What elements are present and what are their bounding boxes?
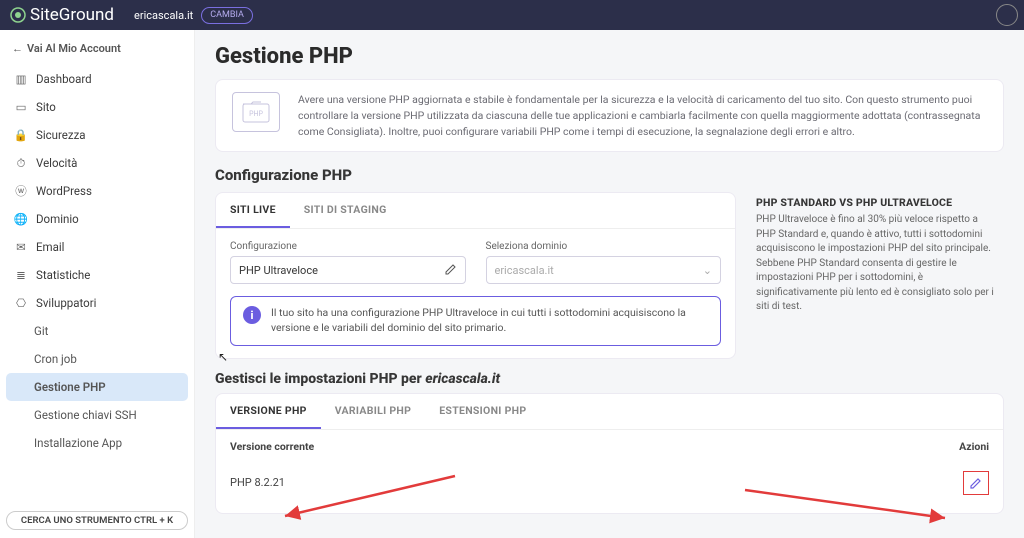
main-content: Gestione PHP PHP Avere una versione PHP … — [195, 30, 1024, 538]
domain-select-value: ericascala.it — [495, 264, 554, 277]
pencil-icon — [970, 477, 982, 489]
stats-icon: ≣ — [14, 268, 28, 282]
sidebar-item-label: Git — [34, 324, 48, 338]
chevron-down-icon: ⌄ — [703, 264, 712, 277]
info-icon: i — [243, 306, 261, 324]
sidebar-item-label: WordPress — [36, 184, 92, 198]
hint-box: i Il tuo sito ha una configurazione PHP … — [230, 296, 721, 345]
aside-title: PHP STANDARD VS PHP ULTRAVELOCE — [756, 196, 1000, 209]
sidebar-item-label: Dashboard — [36, 72, 92, 86]
sidebar-item-sicurezza[interactable]: 🔒 Sicurezza — [6, 121, 188, 149]
settings-card: VERSIONE PHP VARIABILI PHP ESTENSIONI PH… — [215, 393, 1004, 514]
topbar: SiteGround ericascala.it CAMBIA — [0, 0, 1024, 30]
aside-text: PHP Ultraveloce è fino al 30% più veloce… — [756, 213, 1000, 315]
domain-select[interactable]: ericascala.it ⌄ — [486, 256, 722, 284]
info-banner: PHP Avere una versione PHP aggiornata e … — [215, 79, 1004, 152]
page-title: Gestione PHP — [215, 44, 1004, 69]
sidebar-sub-cronjob[interactable]: Cron job — [6, 345, 188, 373]
sidebar-item-label: Gestione PHP — [34, 380, 106, 394]
back-to-account-link[interactable]: ← Vai Al Mio Account — [6, 38, 188, 65]
dev-icon: ⎔ — [14, 296, 28, 310]
brand-icon — [10, 7, 26, 23]
config-select-value: PHP Ultraveloce — [239, 264, 318, 277]
sidebar-item-dashboard[interactable]: ▥ Dashboard — [6, 65, 188, 93]
config-section-title: Configurazione PHP — [215, 166, 1004, 184]
current-domain: ericascala.it CAMBIA — [134, 7, 253, 24]
settings-tabs: VERSIONE PHP VARIABILI PHP ESTENSIONI PH… — [216, 394, 1003, 430]
tab-variabili-php[interactable]: VARIABILI PHP — [321, 394, 425, 429]
tab-versione-php[interactable]: VERSIONE PHP — [216, 394, 321, 429]
sidebar-item-label: Velocità — [36, 156, 77, 170]
speed-icon: ⏱ — [14, 156, 28, 170]
mouse-cursor-icon: ↖ — [218, 350, 228, 364]
brand-logo[interactable]: SiteGround — [10, 5, 114, 25]
sidebar-sub-gestione-php[interactable]: Gestione PHP — [6, 373, 188, 401]
avatar[interactable] — [996, 4, 1018, 26]
back-label: Vai Al Mio Account — [27, 42, 121, 55]
manage-title-prefix: Gestisci le impostazioni PHP per — [215, 371, 425, 387]
current-php-version: PHP 8.2.21 — [230, 476, 285, 489]
site-icon: ▭ — [14, 100, 28, 114]
sidebar-item-label: Sicurezza — [36, 128, 86, 142]
sidebar-item-sito[interactable]: ▭ Sito — [6, 93, 188, 121]
arrow-left-icon: ← — [12, 42, 23, 55]
config-field-label: Configurazione — [230, 241, 466, 252]
banner-text: Avere una versione PHP aggiornata e stab… — [298, 92, 987, 139]
config-tabs: SITI LIVE SITI DI STAGING — [216, 193, 735, 229]
manage-title-domain: ericascala.it — [425, 371, 500, 387]
lock-icon: 🔒 — [14, 128, 28, 142]
aside-card: PHP STANDARD VS PHP ULTRAVELOCE PHP Ultr… — [752, 192, 1004, 315]
php-folder-icon: PHP — [232, 92, 280, 132]
domain-field-label: Seleziona dominio — [486, 241, 722, 252]
dashboard-icon: ▥ — [14, 72, 28, 86]
manage-title: Gestisci le impostazioni PHP per ericasc… — [215, 371, 1004, 387]
sidebar-item-email[interactable]: ✉ Email — [6, 233, 188, 261]
hint-text: Il tuo sito ha una configurazione PHP Ul… — [271, 306, 708, 335]
sidebar-sub-ssh[interactable]: Gestione chiavi SSH — [6, 401, 188, 429]
globe-icon: 🌐 — [14, 212, 28, 226]
pencil-icon — [445, 263, 457, 278]
sidebar-item-label: Sviluppatori — [36, 296, 96, 310]
sidebar-item-label: Statistiche — [36, 268, 90, 282]
change-domain-button[interactable]: CAMBIA — [201, 7, 253, 24]
svg-text:PHP: PHP — [249, 110, 263, 118]
sidebar-item-label: Email — [36, 240, 64, 254]
sidebar-item-label: Cron job — [34, 352, 77, 366]
brand-text: SiteGround — [30, 5, 114, 25]
sidebar-item-dominio[interactable]: 🌐 Dominio — [6, 205, 188, 233]
config-select[interactable]: PHP Ultraveloce — [230, 256, 466, 284]
sidebar-sub-git[interactable]: Git — [6, 317, 188, 345]
sidebar-item-velocita[interactable]: ⏱ Velocità — [6, 149, 188, 177]
edit-version-button[interactable] — [963, 471, 989, 495]
col-actions-label: Azioni — [959, 440, 989, 453]
sidebar-item-label: Gestione chiavi SSH — [34, 408, 137, 422]
tab-siti-live[interactable]: SITI LIVE — [216, 193, 290, 228]
sidebar: ← Vai Al Mio Account ▥ Dashboard ▭ Sito 🔒 S… — [0, 30, 195, 538]
sidebar-item-label: Installazione App — [34, 436, 122, 450]
search-tool-pill[interactable]: CERCA UNO STRUMENTO CTRL + K — [6, 511, 188, 530]
tab-siti-staging[interactable]: SITI DI STAGING — [290, 193, 401, 228]
sidebar-sub-install-app[interactable]: Installazione App — [6, 429, 188, 457]
sidebar-item-sviluppatori[interactable]: ⎔ Sviluppatori — [6, 289, 188, 317]
config-card: SITI LIVE SITI DI STAGING Configurazione… — [215, 192, 736, 358]
sidebar-item-label: Sito — [36, 100, 56, 114]
col-version-label: Versione corrente — [230, 440, 314, 453]
sidebar-item-wordpress[interactable]: ⓦ WordPress — [6, 177, 188, 205]
sidebar-item-label: Dominio — [36, 212, 79, 226]
tab-estensioni-php[interactable]: ESTENSIONI PHP — [425, 394, 540, 429]
domain-text: ericascala.it — [134, 9, 193, 22]
mail-icon: ✉ — [14, 240, 28, 254]
wordpress-icon: ⓦ — [14, 184, 28, 198]
sidebar-item-statistiche[interactable]: ≣ Statistiche — [6, 261, 188, 289]
